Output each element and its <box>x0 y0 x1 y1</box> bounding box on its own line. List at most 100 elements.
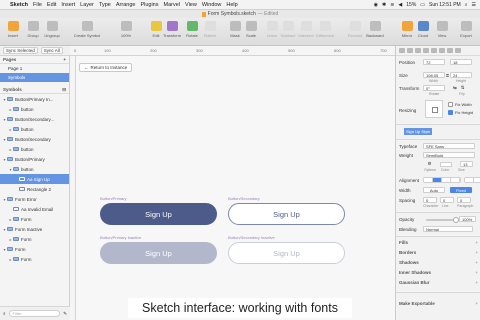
add-fill-icon[interactable]: + <box>475 240 478 245</box>
layer-item[interactable]: ▸ Form <box>0 254 69 264</box>
layer-item[interactable]: ▾ Button/Secondary... <box>0 114 69 124</box>
collapse-icon[interactable]: ⊟ <box>62 87 66 93</box>
line-spacing-field[interactable]: 0 <box>440 197 454 203</box>
layer-item[interactable]: Aa Invalid Email <box>0 204 69 214</box>
view-button[interactable]: View <box>430 21 454 45</box>
menu-file[interactable]: File <box>33 2 42 8</box>
layer-item[interactable]: ▸ button <box>0 144 69 154</box>
menu-window[interactable]: Window <box>202 2 222 8</box>
add-page-icon[interactable]: + <box>63 57 66 62</box>
inner-shadows-section[interactable]: Inner Shadows + <box>399 268 478 277</box>
canvas[interactable]: ← Return to Instance Button/Primary Sign… <box>76 56 395 320</box>
pages-header[interactable]: Pages + <box>0 56 69 64</box>
menu-type[interactable]: Type <box>99 2 111 8</box>
text-color-swatch[interactable] <box>440 161 452 167</box>
page-item-page-1[interactable]: Page 1 <box>0 64 69 73</box>
symbol-button-secondary[interactable]: Sign Up <box>228 203 345 225</box>
artboard-label[interactable]: Button/Secondary <box>228 196 260 201</box>
align-text-center-icon[interactable] <box>433 178 442 182</box>
page-item-symbols[interactable]: Symbols <box>0 73 69 82</box>
difference-button[interactable]: Difference <box>313 21 337 45</box>
export-button[interactable]: Export <box>454 21 478 45</box>
resizing-control[interactable] <box>425 100 443 118</box>
list-icon[interactable]: ☰ <box>472 2 476 8</box>
rotate-field[interactable]: 0° <box>423 85 445 91</box>
layer-item[interactable]: ▾ Button/Secondary <box>0 134 69 144</box>
height-field[interactable]: 24 <box>450 72 472 78</box>
menu-plugins[interactable]: Plugins <box>140 2 158 8</box>
app-menu[interactable]: Sketch <box>10 2 28 8</box>
fix-width-checkbox[interactable] <box>448 102 453 107</box>
ungroup-button[interactable]: Ungroup <box>40 21 64 45</box>
layer-item[interactable]: ▾ Form Inactive <box>0 224 69 234</box>
layer-item[interactable]: ▾ Button/Primary In... <box>0 94 69 104</box>
menu-arrange[interactable]: Arrange <box>116 2 136 8</box>
align-text-justify-icon[interactable] <box>451 178 460 182</box>
shadows-section[interactable]: Shadows + <box>399 258 478 267</box>
return-to-instance-button[interactable]: ← Return to Instance <box>79 63 133 72</box>
align-center-icon[interactable] <box>407 48 413 53</box>
battery-percent[interactable]: 15% <box>406 2 416 8</box>
fix-height-option[interactable]: Fix Height <box>448 110 473 115</box>
position-x-field[interactable]: 72 <box>423 59 445 65</box>
layer-item[interactable]: ▾ Form <box>0 244 69 254</box>
record-icon[interactable]: ◉ <box>374 2 378 8</box>
flip-horizontal-icon[interactable]: ⇆ <box>453 85 457 91</box>
zoom-control[interactable]: 100% <box>114 21 138 45</box>
position-y-field[interactable]: 18 <box>450 59 472 65</box>
volume-icon[interactable]: ◀ <box>398 2 402 8</box>
layer-item[interactable]: ▾ Button/Primary <box>0 154 69 164</box>
artboard-label[interactable]: Button/Secondary Inactive <box>228 235 275 240</box>
valign-middle-icon[interactable] <box>474 178 480 182</box>
layer-item[interactable]: ▾ Form Error <box>0 194 69 204</box>
wifi-icon[interactable]: ≋ <box>390 2 394 8</box>
valign-top-icon[interactable] <box>465 178 474 182</box>
fix-width-option[interactable]: Fix Width <box>448 102 472 107</box>
layer-item[interactable]: ▸ Form <box>0 214 69 224</box>
text-style-name[interactable]: Sign Up Style <box>404 128 433 135</box>
artboard-label[interactable]: Button/Primary <box>100 196 126 201</box>
flip-vertical-icon[interactable]: ⇅ <box>461 85 465 91</box>
menu-layer[interactable]: Layer <box>80 2 94 8</box>
gear-icon[interactable]: ⚙ <box>423 161 436 167</box>
symbol-button-secondary-inactive[interactable]: Sign Up <box>228 242 345 264</box>
borders-section[interactable]: Borders + <box>399 248 478 257</box>
layer-item[interactable]: ▸ Form <box>0 234 69 244</box>
clock[interactable]: Sun 12:51 PM <box>429 2 461 8</box>
layer-item[interactable]: Rectangle 2 <box>0 184 69 194</box>
text-alignment-control[interactable] <box>423 177 461 183</box>
add-blur-icon[interactable]: + <box>475 280 478 285</box>
opacity-slider[interactable] <box>426 217 459 223</box>
layer-item[interactable]: ▸ button <box>0 104 69 114</box>
menu-edit[interactable]: Edit <box>47 2 56 8</box>
symbol-button-primary-inactive[interactable]: Sign Up <box>100 242 217 264</box>
menu-help[interactable]: Help <box>226 2 237 8</box>
backward-button[interactable]: Backward <box>363 21 387 45</box>
align-bottom-icon[interactable] <box>439 48 445 53</box>
align-right-icon[interactable] <box>415 48 421 53</box>
add-shadow-icon[interactable]: + <box>475 260 478 265</box>
flatten-button[interactable]: Flatten <box>198 21 222 45</box>
distribute-horizontal-icon[interactable] <box>447 48 453 53</box>
align-text-left-icon[interactable] <box>424 178 433 182</box>
horizontal-ruler[interactable]: 0 100 200 300 400 500 600 700 <box>70 46 395 56</box>
vertical-alignment-control[interactable] <box>464 177 480 183</box>
menu-marvel[interactable]: Marvel <box>164 2 181 8</box>
paragraph-spacing-field[interactable]: 0 <box>457 197 471 203</box>
width-field[interactable]: 108.05 <box>423 72 445 78</box>
battery-icon[interactable]: ▭ <box>420 2 425 8</box>
menu-insert[interactable]: Insert <box>61 2 75 8</box>
symbol-button-primary[interactable]: Sign Up <box>100 203 217 225</box>
font-size-field[interactable]: 13 <box>460 161 473 167</box>
typeface-select[interactable]: SFE Sans <box>423 143 475 149</box>
add-border-icon[interactable]: + <box>475 250 478 255</box>
align-text-right-icon[interactable] <box>442 178 451 182</box>
create-symbol-button[interactable]: Create Symbol <box>74 21 100 45</box>
width-fixed-button[interactable]: Fixed <box>450 187 472 193</box>
gaussian-blur-section[interactable]: Gaussian Blur + <box>399 278 478 287</box>
sync-all-button[interactable]: Sync All <box>40 47 63 54</box>
layer-item[interactable]: Aa Sign Up <box>0 174 69 184</box>
align-top-icon[interactable] <box>423 48 429 53</box>
opacity-field[interactable]: 100% <box>459 216 476 222</box>
search-icon[interactable]: ⌕ <box>465 2 468 8</box>
